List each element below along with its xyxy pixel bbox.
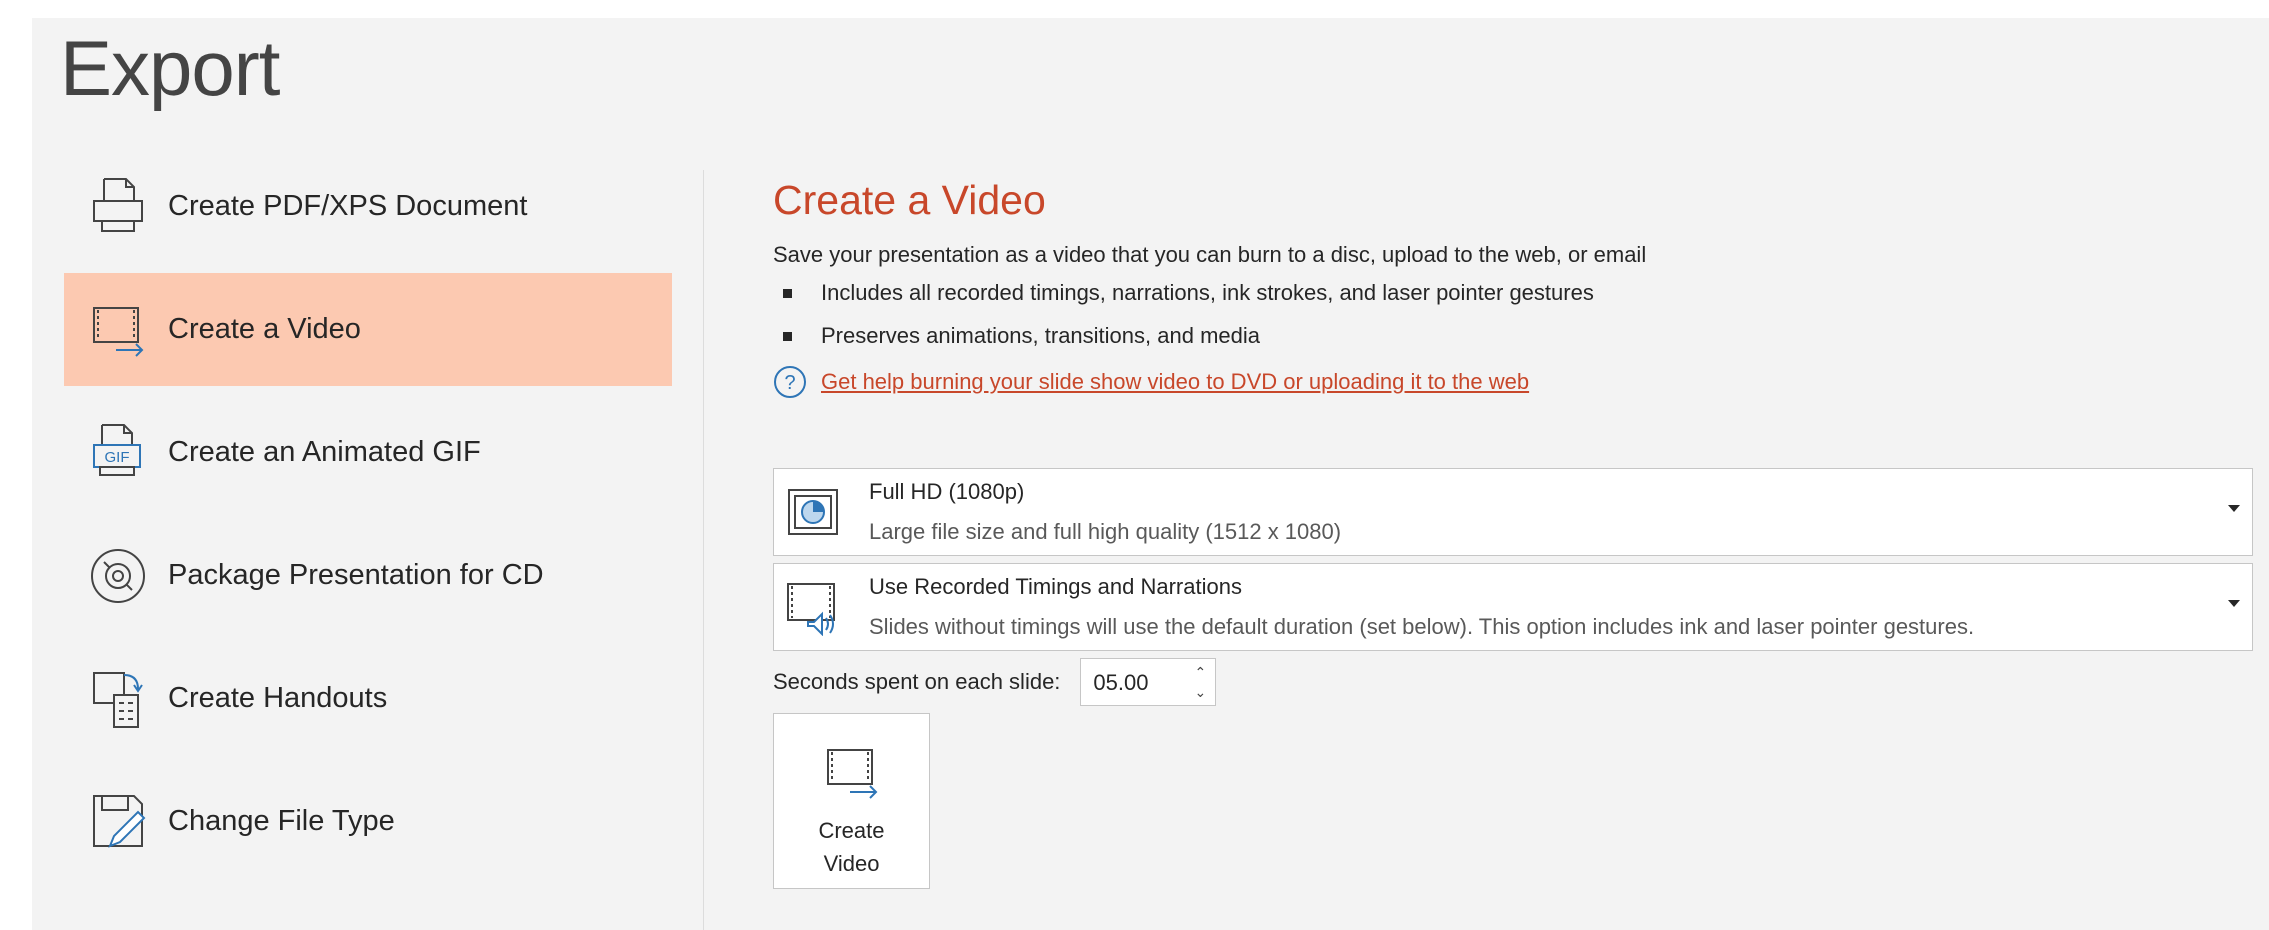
timings-detail: Slides without timings will use the defa… bbox=[869, 614, 1975, 639]
monitor-quality-icon bbox=[784, 483, 842, 541]
chevron-down-icon bbox=[2228, 505, 2240, 512]
svg-text:GIF: GIF bbox=[105, 449, 130, 466]
section-description: Save your presentation as a video that y… bbox=[773, 242, 1647, 267]
quality-value: Full HD (1080p) bbox=[869, 479, 1025, 504]
section-title: Create a Video bbox=[773, 177, 1046, 223]
video-quality-dropdown[interactable]: Full HD (1080p) Large file size and full… bbox=[773, 468, 2253, 556]
seconds-spinner[interactable]: 05.00 ⌃ ⌄ bbox=[1080, 658, 1217, 706]
video-icon bbox=[76, 295, 160, 365]
create-video-label: Create Video bbox=[818, 818, 885, 876]
vertical-divider bbox=[703, 170, 704, 930]
chevron-down-icon bbox=[2228, 600, 2240, 607]
create-video-button[interactable]: Create Video bbox=[773, 713, 930, 889]
timings-dropdown[interactable]: Use Recorded Timings and Narrations Slid… bbox=[773, 563, 2253, 651]
nav-item-label: Create a Video bbox=[168, 313, 361, 345]
help-icon[interactable]: ? bbox=[773, 365, 807, 399]
handouts-icon bbox=[76, 664, 160, 734]
create-video-pane: Create a Video Save your presentation as… bbox=[773, 170, 2253, 889]
nav-item-package-cd[interactable]: Package Presentation for CD bbox=[64, 519, 672, 632]
page-title: Export bbox=[60, 24, 280, 112]
export-nav: Create PDF/XPS Document Create a Video G… bbox=[64, 150, 672, 888]
nav-item-label: Create PDF/XPS Document bbox=[168, 190, 528, 222]
seconds-value[interactable]: 05.00 bbox=[1093, 670, 1148, 696]
seconds-row: Seconds spent on each slide: 05.00 ⌃ ⌄ bbox=[773, 658, 1217, 706]
timings-narration-icon bbox=[784, 578, 842, 636]
nav-item-label: Create an Animated GIF bbox=[168, 436, 481, 468]
help-row: ? Get help burning your slide show video… bbox=[773, 365, 2253, 399]
svg-text:?: ? bbox=[784, 372, 795, 394]
list-item: Preserves animations, transitions, and m… bbox=[773, 321, 2253, 351]
nav-item-label: Change File Type bbox=[168, 805, 395, 837]
change-file-type-icon bbox=[76, 787, 160, 857]
help-link[interactable]: Get help burning your slide show video t… bbox=[821, 369, 1529, 395]
nav-item-create-gif[interactable]: GIF Create an Animated GIF bbox=[64, 396, 672, 509]
chevron-up-icon[interactable]: ⌃ bbox=[1193, 665, 1207, 679]
seconds-label: Seconds spent on each slide: bbox=[773, 669, 1061, 694]
quality-detail: Large file size and full high quality (1… bbox=[869, 519, 1342, 544]
video-icon bbox=[774, 744, 929, 804]
nav-item-create-pdf[interactable]: Create PDF/XPS Document bbox=[64, 150, 672, 263]
nav-item-label: Create Handouts bbox=[168, 682, 388, 714]
pdf-document-icon bbox=[76, 172, 160, 242]
nav-item-create-video[interactable]: Create a Video bbox=[64, 273, 672, 386]
chevron-down-icon[interactable]: ⌄ bbox=[1193, 685, 1207, 699]
nav-item-change-file-type[interactable]: Change File Type bbox=[64, 765, 672, 878]
gif-icon: GIF bbox=[76, 418, 160, 488]
nav-item-create-handouts[interactable]: Create Handouts bbox=[64, 642, 672, 755]
cd-icon bbox=[76, 541, 160, 611]
timings-value: Use Recorded Timings and Narrations bbox=[869, 574, 1242, 599]
list-item: Includes all recorded timings, narration… bbox=[773, 278, 2253, 308]
nav-item-label: Package Presentation for CD bbox=[168, 559, 544, 591]
feature-list: Includes all recorded timings, narration… bbox=[773, 278, 2253, 351]
